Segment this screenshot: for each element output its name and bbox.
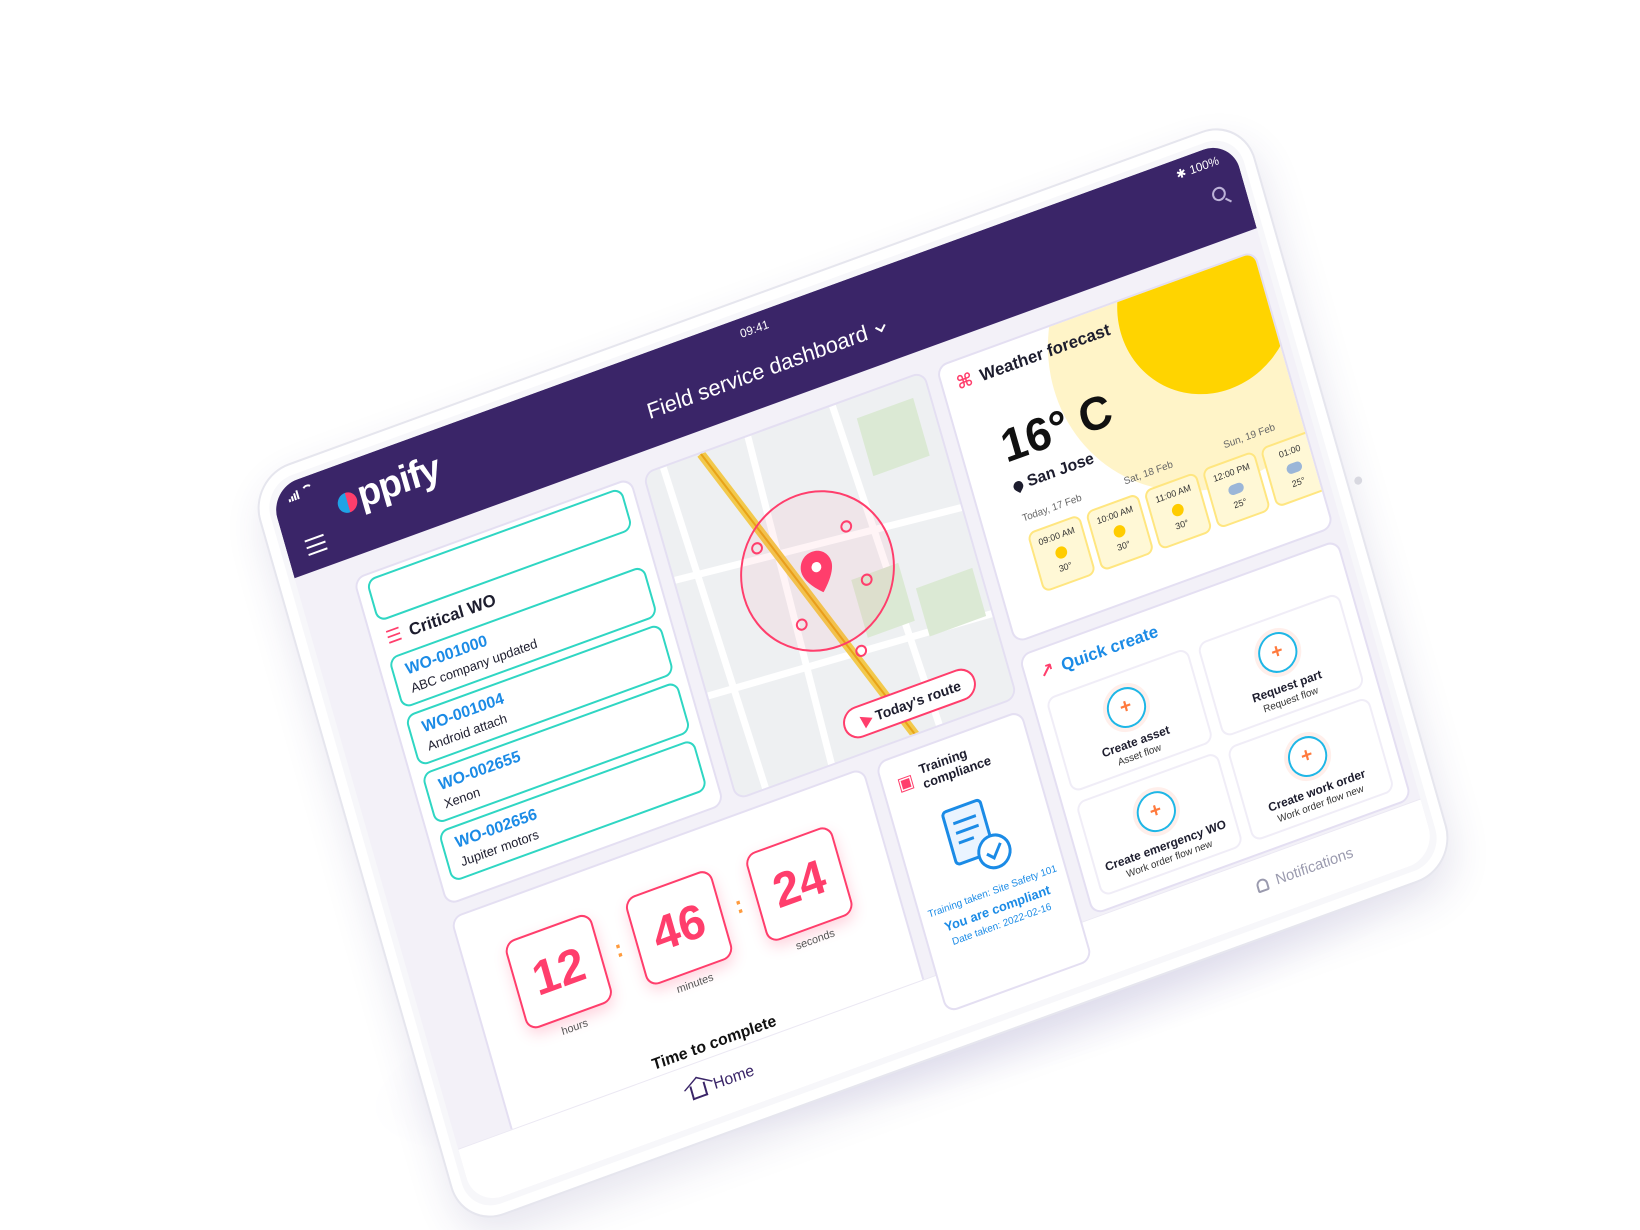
- training-status: Training taken: Site Safety 101 You are c…: [920, 861, 1075, 956]
- nav-notifications-label: Notifications: [1273, 844, 1356, 889]
- hour-time: 10:00 AM: [1095, 503, 1135, 527]
- hour-temp: 30°: [1057, 559, 1074, 575]
- sun-small-icon: [1170, 502, 1186, 518]
- camera-dot: [1353, 475, 1364, 486]
- document-check-icon: [941, 798, 1012, 870]
- add-item-icon: [1101, 681, 1151, 734]
- location-pin-icon: [1011, 479, 1026, 493]
- bell-icon: [1255, 876, 1271, 894]
- add-item-icon: [1131, 785, 1181, 838]
- cloud-icon: [1227, 481, 1245, 497]
- list-icon: ☰: [383, 623, 405, 649]
- battery-percent: 100%: [1187, 153, 1221, 178]
- home-icon: [689, 1081, 709, 1101]
- chevron-down-icon: [874, 321, 886, 333]
- app-screen: 09:41 ✱ 100% ppify Field service dashboa…: [269, 139, 1437, 1207]
- sitemap-icon: ⌘: [954, 368, 976, 394]
- training-title: Training compliance: [917, 745, 993, 792]
- navigation-icon: [856, 711, 873, 729]
- hour-temp: 25°: [1232, 496, 1248, 511]
- battery-status: ✱ 100%: [1175, 153, 1221, 182]
- hour-temp: 25°: [1290, 474, 1307, 490]
- nav-home[interactable]: Home: [689, 1062, 757, 1102]
- hourly-forecast: 10:00 AM 30°: [1084, 492, 1155, 572]
- certificate-icon: ▣: [894, 769, 917, 795]
- timer-minutes: 46 minutes: [623, 867, 740, 1005]
- sun-small-icon: [1053, 544, 1069, 561]
- cloud-icon: [1285, 460, 1304, 476]
- tablet-device: 09:41 ✱ 100% ppify Field service dashboa…: [247, 115, 1459, 1230]
- timer-seconds: 24 seconds: [743, 824, 860, 961]
- add-item-icon: [1252, 626, 1302, 679]
- hour-time: 09:00 AM: [1037, 524, 1076, 548]
- nav-home-label: Home: [711, 1062, 757, 1094]
- hour-temp: 30°: [1115, 538, 1132, 553]
- hour-temp: 30°: [1174, 517, 1190, 532]
- share-icon: ↗: [1037, 658, 1057, 683]
- timer-hours: 12 hours: [502, 911, 620, 1049]
- sun-small-icon: [1112, 523, 1127, 540]
- hourly-forecast: 09:00 AM 30°: [1026, 514, 1097, 593]
- nav-notifications[interactable]: Notifications: [1255, 844, 1355, 895]
- add-item-icon: [1282, 730, 1332, 783]
